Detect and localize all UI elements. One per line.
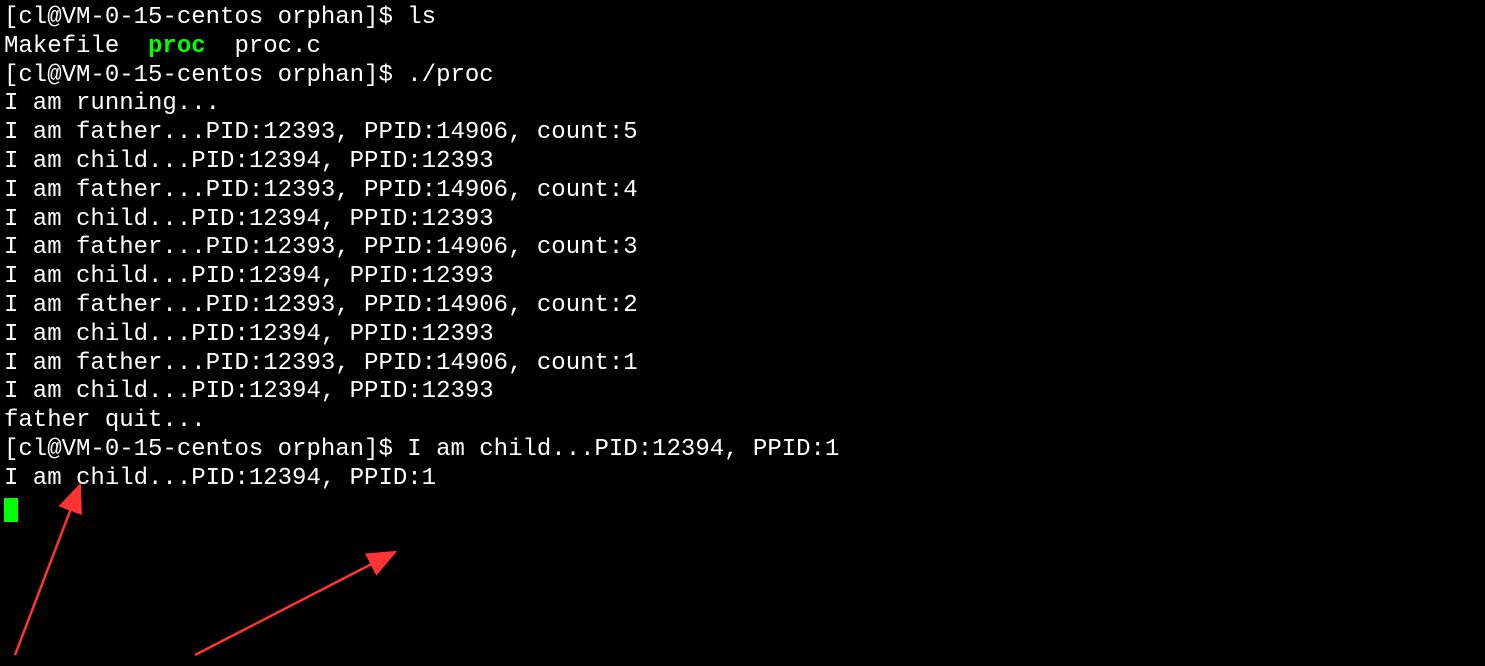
- arrow-to-ppid-1: [195, 552, 395, 655]
- output-orphan-line-1: [cl@VM-0-15-centos orphan]$ I am child..…: [4, 436, 1481, 465]
- terminal-cursor: [4, 498, 18, 522]
- command-proc: ./proc: [407, 62, 493, 89]
- file-makefile: Makefile: [4, 33, 148, 60]
- output-orphan-line-2: I am child...PID:12394, PPID:1: [4, 465, 1481, 494]
- shell-prompt: [cl@VM-0-15-centos orphan]$: [4, 62, 407, 89]
- executable-proc: proc: [148, 33, 206, 60]
- command-line-1: [cl@VM-0-15-centos orphan]$ ls: [4, 4, 1481, 33]
- file-proc-c: proc.c: [206, 33, 321, 60]
- output-running: I am running...: [4, 90, 1481, 119]
- terminal-window[interactable]: [cl@VM-0-15-centos orphan]$ ls Makefile …: [4, 4, 1481, 522]
- output-father-4: I am father...PID:12393, PPID:14906, cou…: [4, 177, 1481, 206]
- orphan-child-1: I am child...PID:12394, PPID:1: [407, 436, 839, 463]
- output-father-1: I am father...PID:12393, PPID:14906, cou…: [4, 350, 1481, 379]
- output-child-1: I am child...PID:12394, PPID:12393: [4, 148, 1481, 177]
- output-father-5: I am father...PID:12393, PPID:14906, cou…: [4, 119, 1481, 148]
- shell-prompt: [cl@VM-0-15-centos orphan]$: [4, 4, 407, 31]
- command-line-2: [cl@VM-0-15-centos orphan]$ ./proc: [4, 62, 1481, 91]
- output-father-2: I am father...PID:12393, PPID:14906, cou…: [4, 292, 1481, 321]
- output-child-5: I am child...PID:12394, PPID:12393: [4, 378, 1481, 407]
- output-father-3: I am father...PID:12393, PPID:14906, cou…: [4, 234, 1481, 263]
- shell-prompt: [cl@VM-0-15-centos orphan]$: [4, 436, 407, 463]
- command-ls: ls: [407, 4, 436, 31]
- output-child-2: I am child...PID:12394, PPID:12393: [4, 206, 1481, 235]
- cursor-line: [4, 494, 1481, 523]
- ls-output-line: Makefile proc proc.c: [4, 33, 1481, 62]
- output-child-4: I am child...PID:12394, PPID:12393: [4, 321, 1481, 350]
- output-father-quit: father quit...: [4, 407, 1481, 436]
- output-child-3: I am child...PID:12394, PPID:12393: [4, 263, 1481, 292]
